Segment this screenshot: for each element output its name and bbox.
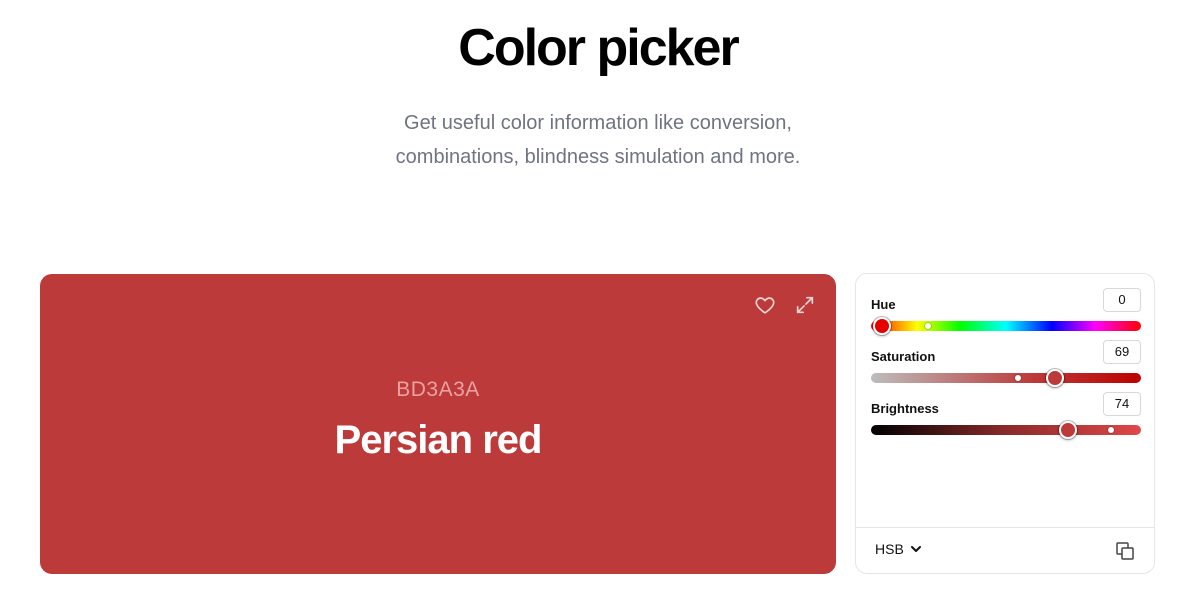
copy-icon[interactable] bbox=[1116, 542, 1134, 560]
hue-input[interactable]: 0 bbox=[1103, 288, 1141, 312]
saturation-slider-thumb[interactable] bbox=[1046, 369, 1064, 387]
color-controls-panel: Hue 0 Saturation 69 Brightness 74 HSB bbox=[855, 273, 1155, 574]
brightness-slider-thumb[interactable] bbox=[1059, 421, 1077, 439]
subtitle-line-2: combinations, blindness simulation and m… bbox=[395, 146, 801, 168]
page-subtitle: Get useful color information like conver… bbox=[0, 106, 1186, 174]
hue-label: Hue bbox=[871, 297, 896, 312]
brightness-marker bbox=[1108, 427, 1114, 433]
panel-footer: HSB bbox=[856, 527, 1154, 574]
subtitle-line-1: Get useful color information like conver… bbox=[404, 112, 792, 134]
saturation-input[interactable]: 69 bbox=[1103, 340, 1141, 364]
saturation-label: Saturation bbox=[871, 349, 936, 364]
brightness-label: Brightness bbox=[871, 401, 939, 416]
hue-slider[interactable] bbox=[871, 317, 1141, 335]
color-mode-label: HSB bbox=[875, 541, 904, 557]
saturation-marker bbox=[1015, 375, 1021, 381]
expand-icon[interactable] bbox=[794, 294, 816, 316]
heart-icon[interactable] bbox=[754, 294, 776, 316]
color-swatch: BD3A3A Persian red bbox=[40, 274, 836, 574]
color-mode-select[interactable]: HSB bbox=[875, 541, 922, 557]
brightness-slider[interactable] bbox=[871, 421, 1141, 439]
hex-code[interactable]: BD3A3A bbox=[40, 378, 836, 402]
hue-complement-marker bbox=[925, 323, 931, 329]
brightness-input[interactable]: 74 bbox=[1103, 392, 1141, 416]
saturation-slider[interactable] bbox=[871, 369, 1141, 387]
hue-slider-thumb[interactable] bbox=[873, 317, 891, 335]
page-title: Color picker bbox=[458, 19, 739, 77]
chevron-down-icon bbox=[910, 546, 921, 552]
color-name: Persian red bbox=[334, 418, 543, 462]
